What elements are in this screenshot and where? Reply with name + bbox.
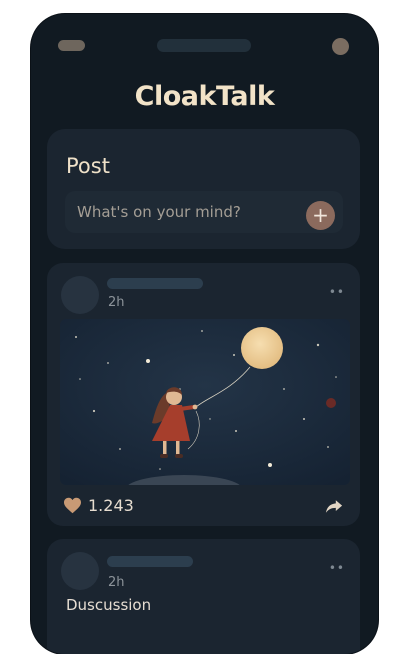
post-input[interactable]: What's on your mind? + bbox=[65, 191, 343, 233]
status-pill bbox=[58, 40, 85, 51]
avatar[interactable] bbox=[61, 552, 99, 590]
post-time: 2h bbox=[108, 295, 125, 310]
app-title: CloakTalk bbox=[134, 81, 275, 112]
status-bar bbox=[31, 14, 378, 64]
like-count: 1.243 bbox=[88, 495, 134, 515]
reactions: 1.243 bbox=[63, 495, 134, 515]
post-input-placeholder: What's on your mind? bbox=[77, 203, 241, 221]
username-placeholder bbox=[107, 556, 193, 567]
feed-post[interactable]: 2h •• Duscussion bbox=[47, 539, 360, 654]
phone-frame: CloakTalk Post What's on your mind? + 2h… bbox=[31, 14, 378, 654]
feed-post[interactable]: 2h •• 1.243 bbox=[47, 263, 360, 526]
post-time: 2h bbox=[108, 575, 125, 590]
heart-icon[interactable] bbox=[63, 497, 82, 514]
more-options-icon[interactable]: •• bbox=[329, 561, 345, 575]
avatar[interactable] bbox=[61, 276, 99, 314]
post-composer: Post What's on your mind? + bbox=[47, 129, 360, 249]
post-category: Duscussion bbox=[66, 596, 152, 614]
post-image[interactable] bbox=[60, 319, 350, 485]
add-post-button[interactable]: + bbox=[306, 201, 335, 230]
plus-icon: + bbox=[312, 203, 329, 227]
more-options-icon[interactable]: •• bbox=[329, 285, 345, 299]
share-icon[interactable] bbox=[325, 499, 343, 514]
notch bbox=[157, 39, 251, 52]
camera-dot bbox=[332, 38, 349, 55]
username-placeholder bbox=[107, 278, 203, 289]
composer-title: Post bbox=[66, 154, 110, 178]
